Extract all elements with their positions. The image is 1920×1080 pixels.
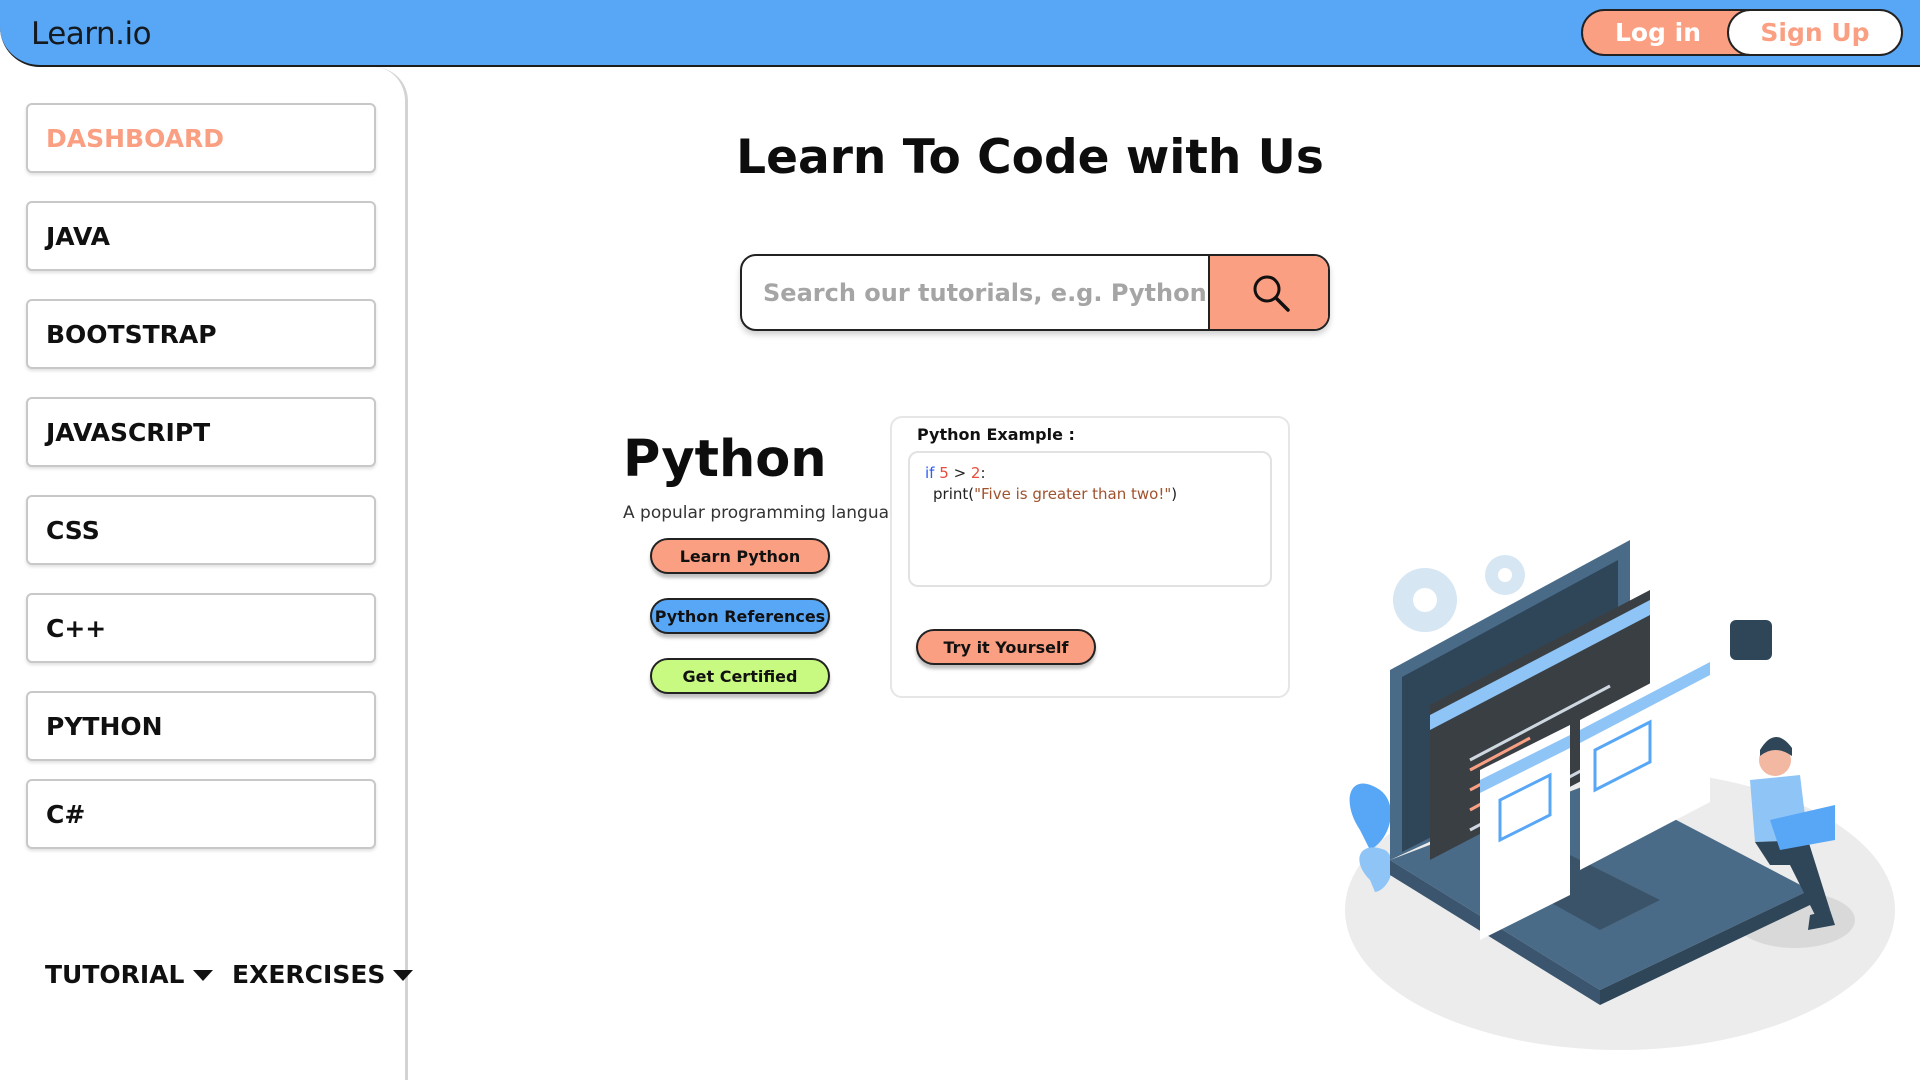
exercises-dropdown[interactable]: EXERCISES	[232, 960, 414, 989]
caret-down-icon	[393, 970, 414, 981]
sidebar-item-csharp[interactable]: C#	[26, 779, 376, 849]
example-card: Python Example : if 5 > 2: print("Five i…	[890, 416, 1290, 698]
search-input[interactable]	[742, 256, 1208, 329]
python-references-button[interactable]: Python References	[650, 598, 830, 634]
top-navbar: Learn.io Log in Sign Up	[0, 0, 1920, 67]
auth-buttons: Log in Sign Up	[1581, 9, 1903, 56]
code-colon: :	[980, 464, 986, 482]
sidebar-item-bootstrap[interactable]: BOOTSTRAP	[26, 299, 376, 369]
language-title: Python	[623, 430, 827, 489]
search-bar	[740, 254, 1330, 331]
sidebar: DASHBOARD JAVA BOOTSTRAP JAVASCRIPT CSS …	[0, 67, 408, 1080]
login-button[interactable]: Log in	[1583, 11, 1733, 54]
exercises-label: EXERCISES	[232, 960, 386, 989]
signup-button[interactable]: Sign Up	[1727, 9, 1903, 56]
sidebar-item-cpp[interactable]: C++	[26, 593, 376, 663]
get-certified-button[interactable]: Get Certified	[650, 658, 830, 694]
page-title: Learn To Code with Us	[736, 130, 1324, 185]
code-function: print(	[933, 485, 975, 503]
sidebar-item-css[interactable]: CSS	[26, 495, 376, 565]
code-paren: )	[1171, 485, 1178, 503]
caret-down-icon	[192, 970, 213, 981]
developer-laptop-illustration	[1345, 540, 1895, 1050]
search-icon	[1253, 275, 1290, 312]
sidebar-item-javascript[interactable]: JAVASCRIPT	[26, 397, 376, 467]
tutorial-dropdown[interactable]: TUTORIAL	[45, 960, 213, 989]
sidebar-item-java[interactable]: JAVA	[26, 201, 376, 271]
code-line-2: print("Five is greater than two!")	[925, 484, 1255, 505]
sidebar-item-python[interactable]: PYTHON	[26, 691, 376, 761]
code-line-1: if 5 > 2:	[925, 463, 1255, 484]
sidebar-item-dashboard[interactable]: DASHBOARD	[26, 103, 376, 173]
logo[interactable]: Learn.io	[31, 16, 152, 52]
code-block: if 5 > 2: print("Five is greater than tw…	[908, 451, 1272, 587]
example-label: Python Example :	[917, 425, 1075, 444]
code-string: "Five is greater than two!"	[974, 485, 1172, 503]
search-button[interactable]	[1208, 256, 1328, 329]
code-keyword: if	[925, 464, 935, 482]
learn-python-button[interactable]: Learn Python	[650, 538, 830, 574]
language-subtitle: A popular programming language	[623, 503, 911, 523]
code-operator: >	[953, 464, 967, 482]
try-it-yourself-button[interactable]: Try it Yourself	[916, 629, 1096, 665]
code-number: 5	[939, 464, 949, 482]
tutorial-label: TUTORIAL	[45, 960, 185, 989]
